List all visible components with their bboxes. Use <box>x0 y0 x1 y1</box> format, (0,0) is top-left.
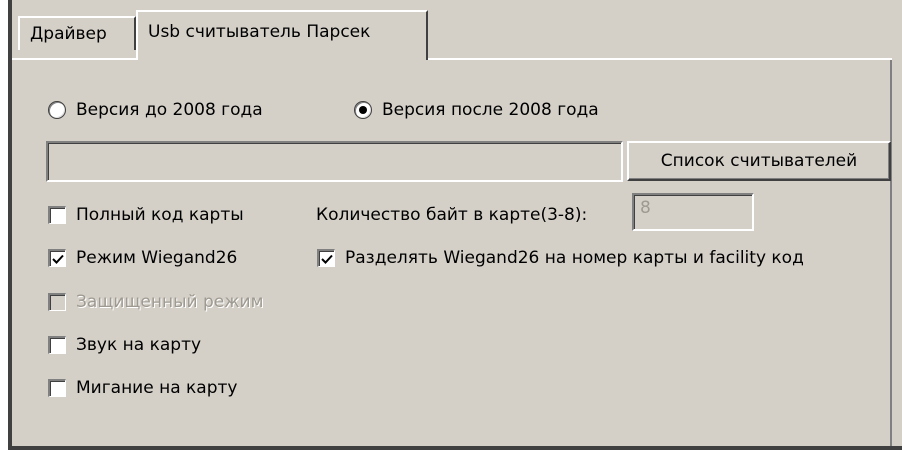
bytes-count-label-row: Количество байт в карте(3-8): <box>316 205 587 225</box>
checkbox-split-wiegand26-label: Разделять Wiegand26 на номер карты и fac… <box>345 248 804 268</box>
checkbox-protected-mode-label: Защищенный режим <box>76 292 264 312</box>
reader-path-field[interactable] <box>46 141 623 182</box>
checkbox-full-card-code-label: Полный код карты <box>76 205 244 225</box>
checkbox-full-card-code[interactable]: Полный код карты <box>48 205 244 225</box>
radio-button-icon <box>48 101 66 119</box>
tab-panel-usb-reader: Версия до 2008 года Версия после 2008 го… <box>12 60 892 446</box>
settings-window: Драйвер Usb считыватель Парсек Версия до… <box>0 0 902 453</box>
radio-selected-icon <box>354 101 372 119</box>
radio-version-after-2008-label: Версия после 2008 года <box>382 100 599 120</box>
checkbox-wiegand26-mode-label: Режим Wiegand26 <box>76 248 238 268</box>
bytes-count-input: 8 <box>632 193 754 231</box>
checkbox-blink-on-card-label: Мигание на карту <box>76 378 238 398</box>
checkbox-checked-icon <box>48 249 66 267</box>
checkbox-protected-mode: Защищенный режим <box>48 292 263 312</box>
reader-list-button[interactable]: Список считывателей <box>627 141 891 181</box>
checkbox-blink-on-card[interactable]: Мигание на карту <box>48 378 237 398</box>
tab-driver-label: Драйвер <box>30 24 107 44</box>
checkbox-checked-icon <box>317 249 335 267</box>
checkbox-disabled-icon <box>48 293 66 311</box>
checkbox-sound-on-card-label: Звук на карту <box>76 335 202 355</box>
radio-version-after-2008[interactable]: Версия после 2008 года <box>354 100 599 120</box>
window-left-border <box>0 0 12 453</box>
checkbox-unchecked-icon <box>48 336 66 354</box>
radio-version-before-2008[interactable]: Версия до 2008 года <box>48 100 263 120</box>
bytes-count-label: Количество байт в карте(3-8): <box>316 205 588 225</box>
checkbox-wiegand26-mode[interactable]: Режим Wiegand26 <box>48 248 237 268</box>
window-bottom-border <box>8 446 902 453</box>
checkbox-sound-on-card[interactable]: Звук на карту <box>48 335 201 355</box>
radio-version-before-2008-label: Версия до 2008 года <box>76 100 263 120</box>
tab-usb-reader-parsec-label: Usb считыватель Парсек <box>148 22 371 42</box>
checkbox-unchecked-icon <box>48 379 66 397</box>
checkbox-unchecked-icon <box>48 206 66 224</box>
tab-usb-reader-parsec[interactable]: Usb считыватель Парсек <box>136 10 428 60</box>
tab-driver[interactable]: Драйвер <box>18 16 136 50</box>
checkbox-split-wiegand26[interactable]: Разделять Wiegand26 на номер карты и fac… <box>317 248 804 268</box>
